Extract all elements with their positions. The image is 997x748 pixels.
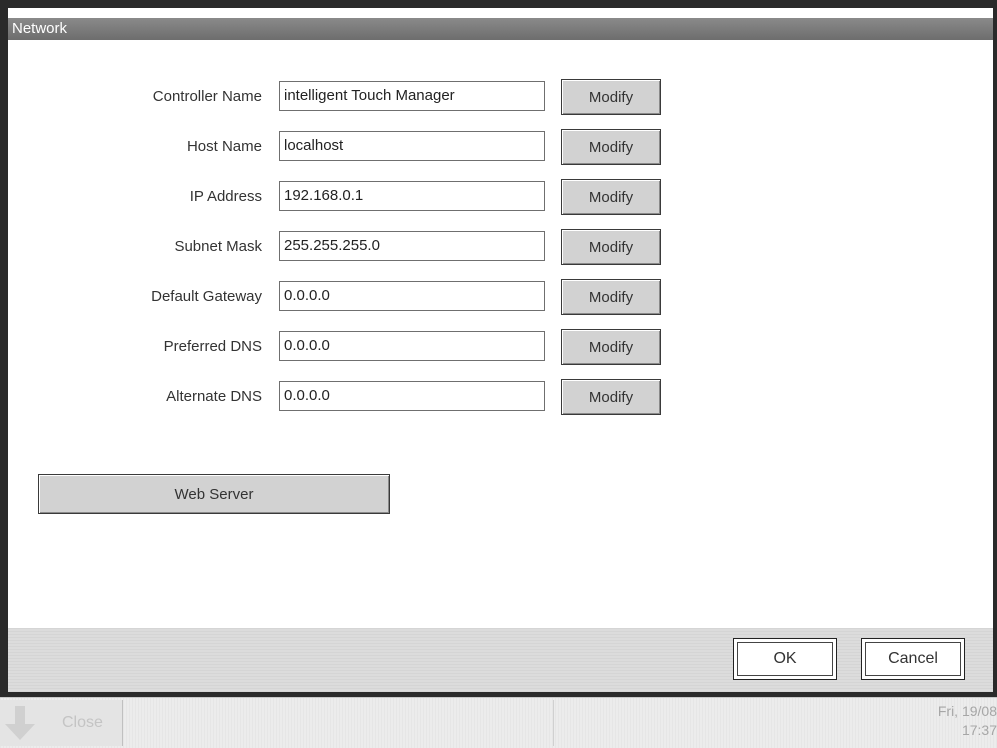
dialog-footer: OK Cancel xyxy=(8,628,993,692)
modify-default-gateway-button[interactable]: Modify xyxy=(561,279,661,315)
row-subnet-mask: Subnet Mask 255.255.255.0 Modify xyxy=(8,229,993,265)
controller-name-field[interactable]: intelligent Touch Manager xyxy=(279,81,545,111)
modify-alternate-dns-button[interactable]: Modify xyxy=(561,379,661,415)
datetime-display: Fri, 19/08 17:37 xyxy=(877,702,997,740)
title-bar: Network xyxy=(8,18,993,40)
dialog-frame: Network Controller Name intelligent Touc… xyxy=(0,0,997,697)
host-name-field[interactable]: localhost xyxy=(279,131,545,161)
time-text: 17:37 xyxy=(961,722,997,738)
row-ip-address: IP Address 192.168.0.1 Modify xyxy=(8,179,993,215)
ip-address-field[interactable]: 192.168.0.1 xyxy=(279,181,545,211)
subnet-mask-label: Subnet Mask xyxy=(174,238,262,255)
modify-preferred-dns-button[interactable]: Modify xyxy=(561,329,661,365)
default-gateway-field[interactable]: 0.0.0.0 xyxy=(279,281,545,311)
row-alternate-dns: Alternate DNS 0.0.0.0 Modify xyxy=(8,379,993,415)
row-host-name: Host Name localhost Modify xyxy=(8,129,993,165)
cancel-button[interactable]: Cancel xyxy=(861,638,965,680)
taskbar-divider xyxy=(553,700,554,746)
web-server-button[interactable]: Web Server xyxy=(38,474,390,514)
default-gateway-label: Default Gateway xyxy=(151,288,262,305)
window-title: Network xyxy=(12,20,68,37)
preferred-dns-field[interactable]: 0.0.0.0 xyxy=(279,331,545,361)
host-name-label: Host Name xyxy=(186,138,262,155)
row-preferred-dns: Preferred DNS 0.0.0.0 Modify xyxy=(8,329,993,365)
alternate-dns-field[interactable]: 0.0.0.0 xyxy=(279,381,545,411)
modify-subnet-mask-button[interactable]: Modify xyxy=(561,229,661,265)
settings-panel: Controller Name intelligent Touch Manage… xyxy=(8,40,993,628)
network-dialog: Network Controller Name intelligent Touc… xyxy=(8,8,993,692)
close-button[interactable]: Close xyxy=(0,700,123,746)
down-arrow-icon xyxy=(0,700,40,746)
close-label: Close xyxy=(62,714,103,731)
taskbar: Close Fri, 19/08 17:37 xyxy=(0,697,997,748)
row-default-gateway: Default Gateway 0.0.0.0 Modify xyxy=(8,279,993,315)
subnet-mask-field[interactable]: 255.255.255.0 xyxy=(279,231,545,261)
ip-address-label: IP Address xyxy=(189,188,262,205)
controller-name-label: Controller Name xyxy=(152,88,262,105)
date-text: Fri, 19/08 xyxy=(937,703,997,719)
preferred-dns-label: Preferred DNS xyxy=(163,338,262,355)
ok-button[interactable]: OK xyxy=(733,638,837,680)
alternate-dns-label: Alternate DNS xyxy=(166,388,262,405)
modify-host-name-button[interactable]: Modify xyxy=(561,129,661,165)
row-controller-name: Controller Name intelligent Touch Manage… xyxy=(8,79,993,115)
modify-ip-address-button[interactable]: Modify xyxy=(561,179,661,215)
modify-controller-name-button[interactable]: Modify xyxy=(561,79,661,115)
